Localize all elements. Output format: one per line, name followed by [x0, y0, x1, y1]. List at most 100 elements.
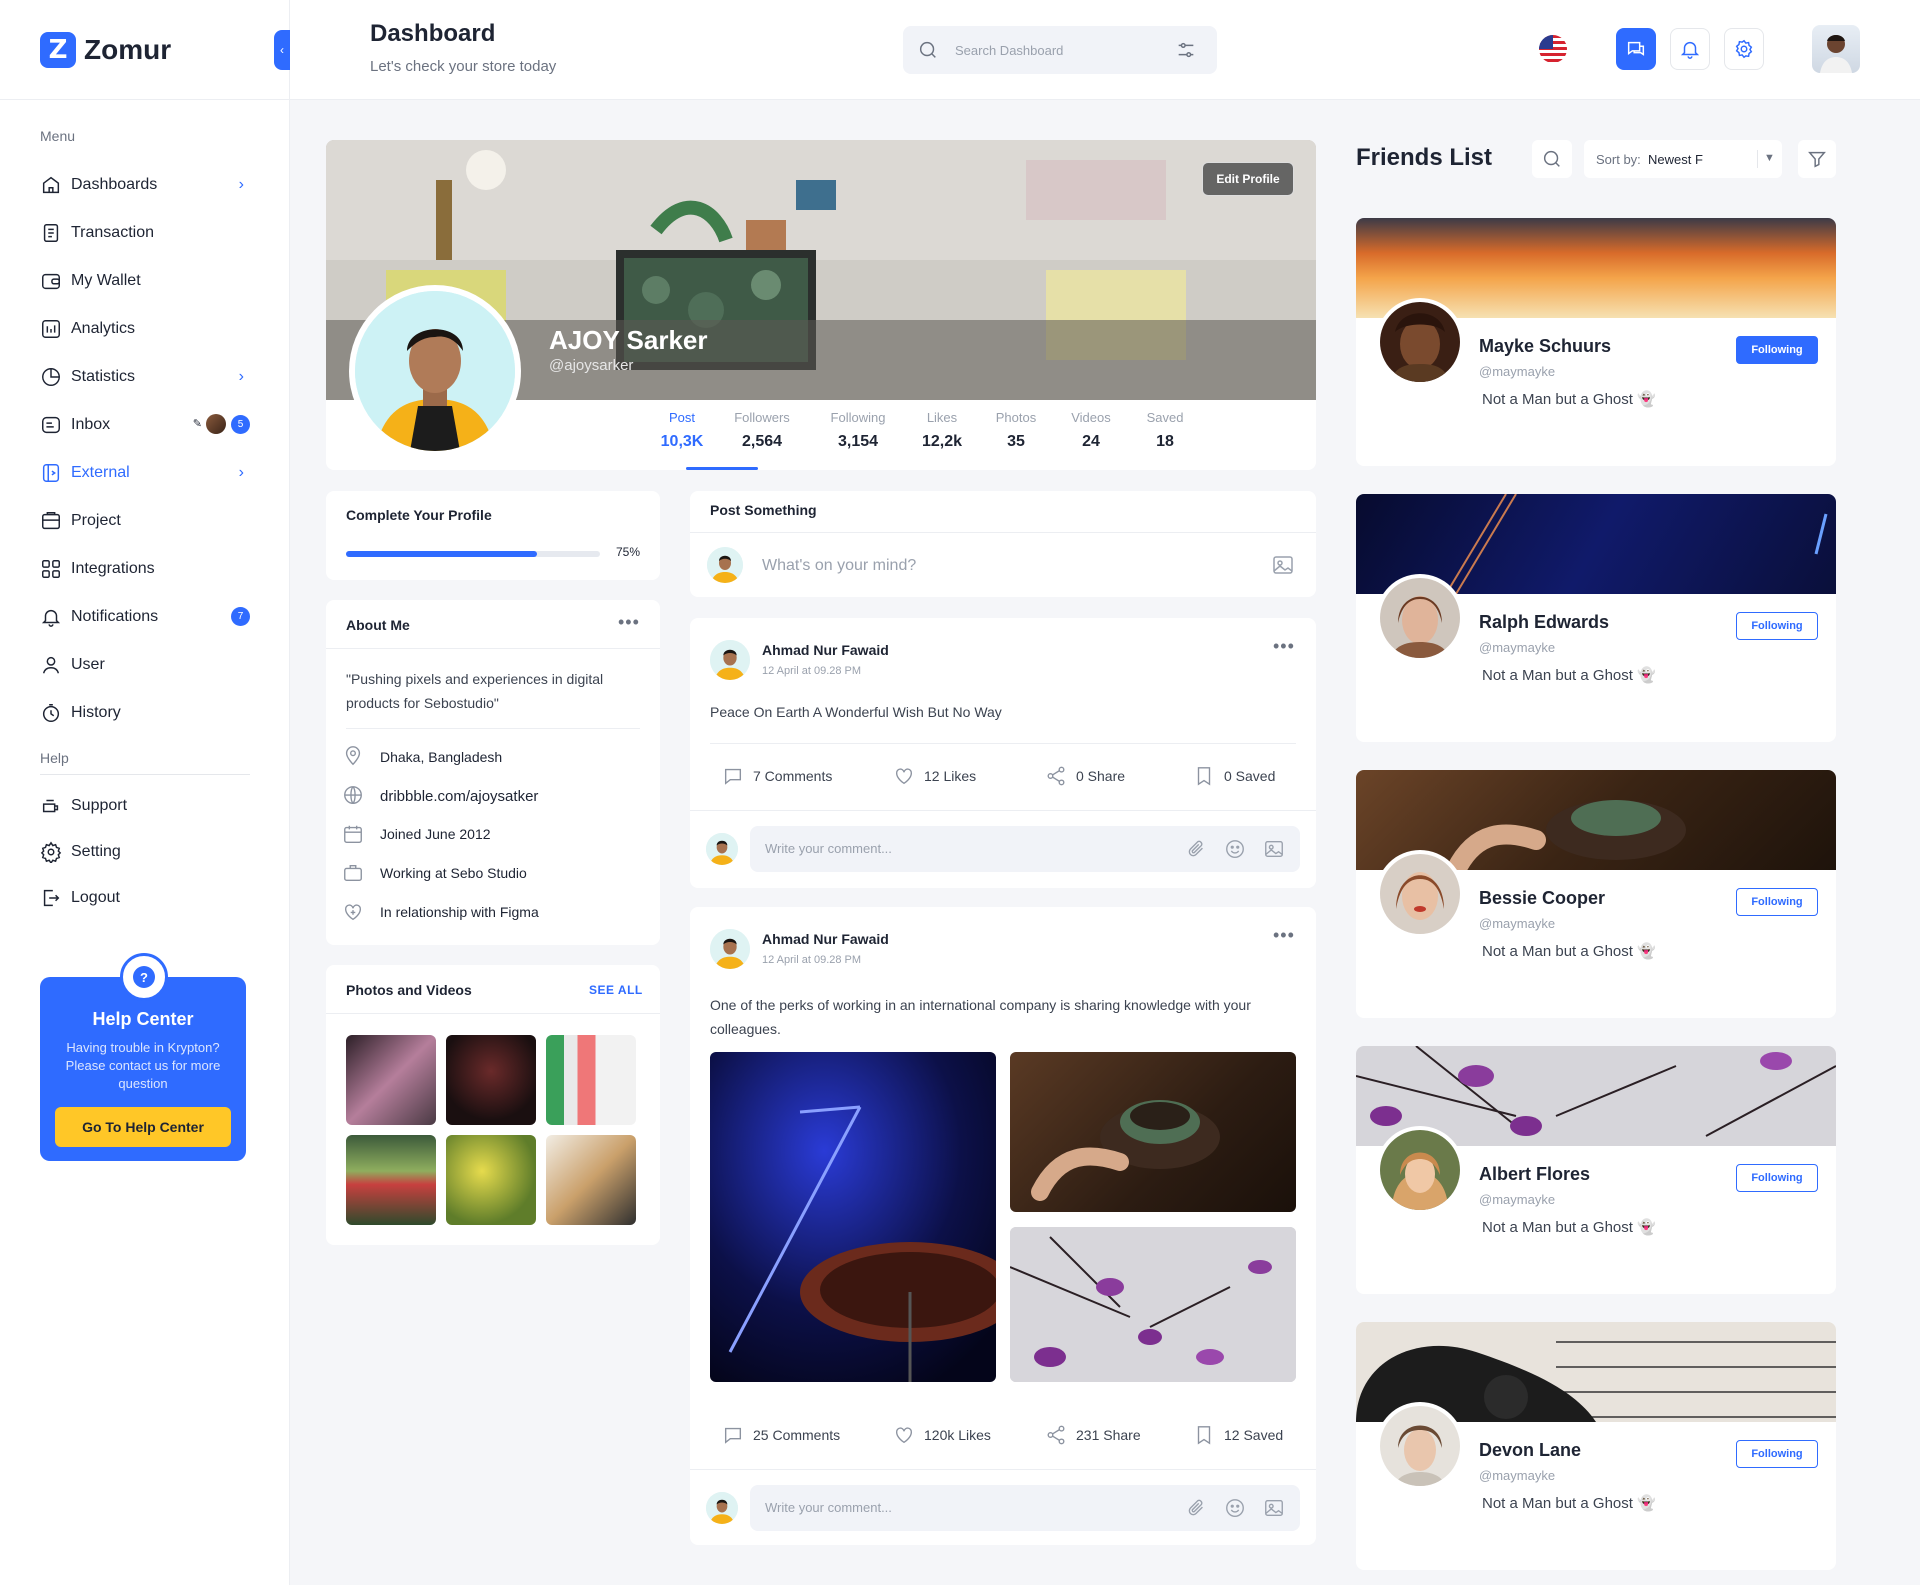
logo[interactable]: Z Zomur	[40, 32, 171, 68]
friend-card[interactable]: Mayke Schuurs @maymayke Not a Man but a …	[1356, 218, 1836, 466]
image-upload-icon[interactable]	[1263, 1497, 1285, 1519]
sidebar-item-project[interactable]: Project	[40, 497, 250, 545]
share-button[interactable]: 231 Share	[1045, 1424, 1141, 1446]
see-all-link[interactable]: SEE ALL	[589, 983, 643, 997]
profile-stat-tab[interactable]: Post 10,3K	[642, 410, 722, 451]
avatar-image	[1380, 1130, 1460, 1210]
chevron-right-icon: ›	[238, 464, 244, 481]
location-pin-icon	[345, 746, 361, 766]
sidebar-item-history[interactable]: History	[40, 689, 250, 737]
edit-profile-button[interactable]: Edit Profile	[1202, 162, 1294, 196]
likes-count: 12 Likes	[924, 768, 977, 784]
media-thumbnail[interactable]	[546, 1035, 636, 1125]
sidebar-item-setting[interactable]: Setting	[40, 829, 250, 875]
following-button[interactable]: Following	[1736, 888, 1818, 916]
avatar	[1376, 574, 1464, 662]
analytics-icon	[42, 320, 60, 338]
sidebar-item-notifications[interactable]: Notifications 7	[40, 593, 250, 641]
friend-handle: @maymayke	[1479, 1468, 1556, 1483]
sidebar-item-inbox[interactable]: Inbox ✎ 5	[40, 401, 250, 449]
comments-button[interactable]: 25 Comments	[722, 1424, 840, 1446]
media-thumbnail[interactable]	[346, 1035, 436, 1125]
settings-button[interactable]	[1724, 28, 1764, 70]
sidebar-item-my-wallet[interactable]: My Wallet	[40, 257, 250, 305]
profile-stat-tab[interactable]: Following 3,154	[818, 410, 898, 451]
avatar-image	[1380, 1406, 1460, 1486]
share-button[interactable]: 0 Share	[1045, 765, 1125, 787]
page-subtitle: Let's check your store today	[370, 58, 557, 75]
sidebar-item-support[interactable]: Support	[40, 783, 250, 829]
stat-label: Following	[830, 410, 886, 425]
more-options-icon[interactable]: •••	[1273, 925, 1295, 946]
following-button[interactable]: Following	[1736, 336, 1818, 364]
composer-input[interactable]: What's on your mind?	[762, 557, 1242, 575]
post-image-drums[interactable]	[710, 1052, 996, 1382]
notifications-button[interactable]	[1670, 28, 1710, 70]
post-image-flowers[interactable]	[1010, 1227, 1296, 1382]
image-upload-icon[interactable]	[1263, 838, 1285, 860]
like-button[interactable]: 120k Likes	[893, 1424, 991, 1446]
more-options-icon[interactable]: •••	[618, 612, 640, 633]
post-author[interactable]: Ahmad Nur Fawaid	[762, 931, 889, 947]
post-image-coffee[interactable]	[1010, 1052, 1296, 1212]
sidebar-item-analytics[interactable]: Analytics	[40, 305, 250, 353]
profile-stat-tab[interactable]: Saved 18	[1125, 410, 1205, 451]
messages-button[interactable]	[1616, 28, 1656, 70]
comment-input[interactable]: Write your comment...	[750, 1485, 1300, 1531]
user-avatar[interactable]	[1812, 25, 1860, 73]
profile-stat-tab[interactable]: Likes 12,2k	[902, 410, 982, 451]
collapse-sidebar-button[interactable]: ‹	[274, 30, 290, 70]
like-button[interactable]: 12 Likes	[893, 765, 976, 787]
following-button[interactable]: Following	[1736, 1440, 1818, 1468]
friend-card[interactable]: Bessie Cooper @maymayke Not a Man but a …	[1356, 770, 1836, 1018]
media-thumbnail[interactable]	[546, 1135, 636, 1225]
post-image	[1010, 1227, 1296, 1382]
comments-button[interactable]: 7 Comments	[722, 765, 832, 787]
friend-bio: Not a Man but a Ghost 👻	[1482, 391, 1656, 408]
save-button[interactable]: 12 Saved	[1193, 1424, 1283, 1446]
sidebar-item-external[interactable]: External ›	[40, 449, 250, 497]
language-flag-button[interactable]	[1533, 28, 1573, 70]
avatar-image	[1820, 35, 1852, 73]
following-button[interactable]: Following	[1736, 1164, 1818, 1192]
sidebar-item-user[interactable]: User	[40, 641, 250, 689]
profile-stat-tab[interactable]: Followers 2,564	[722, 410, 802, 451]
sort-dropdown[interactable]: Sort by: Newest F ▼	[1584, 140, 1782, 178]
more-options-icon[interactable]: •••	[1273, 636, 1295, 657]
comment-input[interactable]: Write your comment...	[750, 826, 1300, 872]
save-button[interactable]: 0 Saved	[1193, 765, 1275, 787]
sidebar-item-statistics[interactable]: Statistics ›	[40, 353, 250, 401]
image-upload-icon[interactable]	[1271, 553, 1295, 577]
profile-handle: @ajoysarker	[549, 357, 634, 374]
stat-value: 3,154	[837, 433, 879, 450]
sidebar-item-transaction[interactable]: Transaction	[40, 209, 250, 257]
friend-card[interactable]: Ralph Edwards @maymayke Not a Man but a …	[1356, 494, 1836, 742]
sidebar-item-logout[interactable]: Logout	[40, 875, 250, 921]
media-thumbnail[interactable]	[346, 1135, 436, 1225]
bookmark-icon	[1197, 767, 1211, 786]
search-input[interactable]: Search Dashboard	[903, 26, 1217, 74]
sidebar-item-dashboards[interactable]: Dashboards ›	[40, 161, 250, 209]
media-thumbnail[interactable]	[446, 1135, 536, 1225]
attachment-icon[interactable]	[1185, 838, 1207, 860]
friends-list-title: Friends List	[1356, 144, 1493, 171]
following-button[interactable]: Following	[1736, 612, 1818, 640]
filter-sliders-icon[interactable]	[1175, 39, 1197, 61]
profile-stat-tab[interactable]: Photos 35	[976, 410, 1056, 451]
emoji-icon[interactable]	[1224, 1497, 1246, 1519]
friend-card[interactable]: Albert Flores @maymayke Not a Man but a …	[1356, 1046, 1836, 1294]
app-name: Zomur	[84, 34, 172, 65]
heart-icon	[895, 1427, 913, 1444]
media-thumbnail[interactable]	[446, 1035, 536, 1125]
post-author[interactable]: Ahmad Nur Fawaid	[762, 642, 889, 658]
sidebar: Z Zomur ‹ Menu Dashboards › Transaction …	[0, 0, 290, 1585]
about-website-link[interactable]: dribbble.com/ajoysatker	[380, 788, 538, 805]
friend-card[interactable]: Devon Lane @maymayke Not a Man but a Gho…	[1356, 1322, 1836, 1570]
emoji-icon[interactable]	[1224, 838, 1246, 860]
profile-stat-tab[interactable]: Videos 24	[1051, 410, 1131, 451]
go-to-help-center-button[interactable]: Go To Help Center	[55, 1107, 231, 1147]
filter-button[interactable]	[1798, 140, 1836, 178]
sidebar-item-integrations[interactable]: Integrations	[40, 545, 250, 593]
friends-search-button[interactable]	[1532, 140, 1572, 178]
attachment-icon[interactable]	[1185, 1497, 1207, 1519]
